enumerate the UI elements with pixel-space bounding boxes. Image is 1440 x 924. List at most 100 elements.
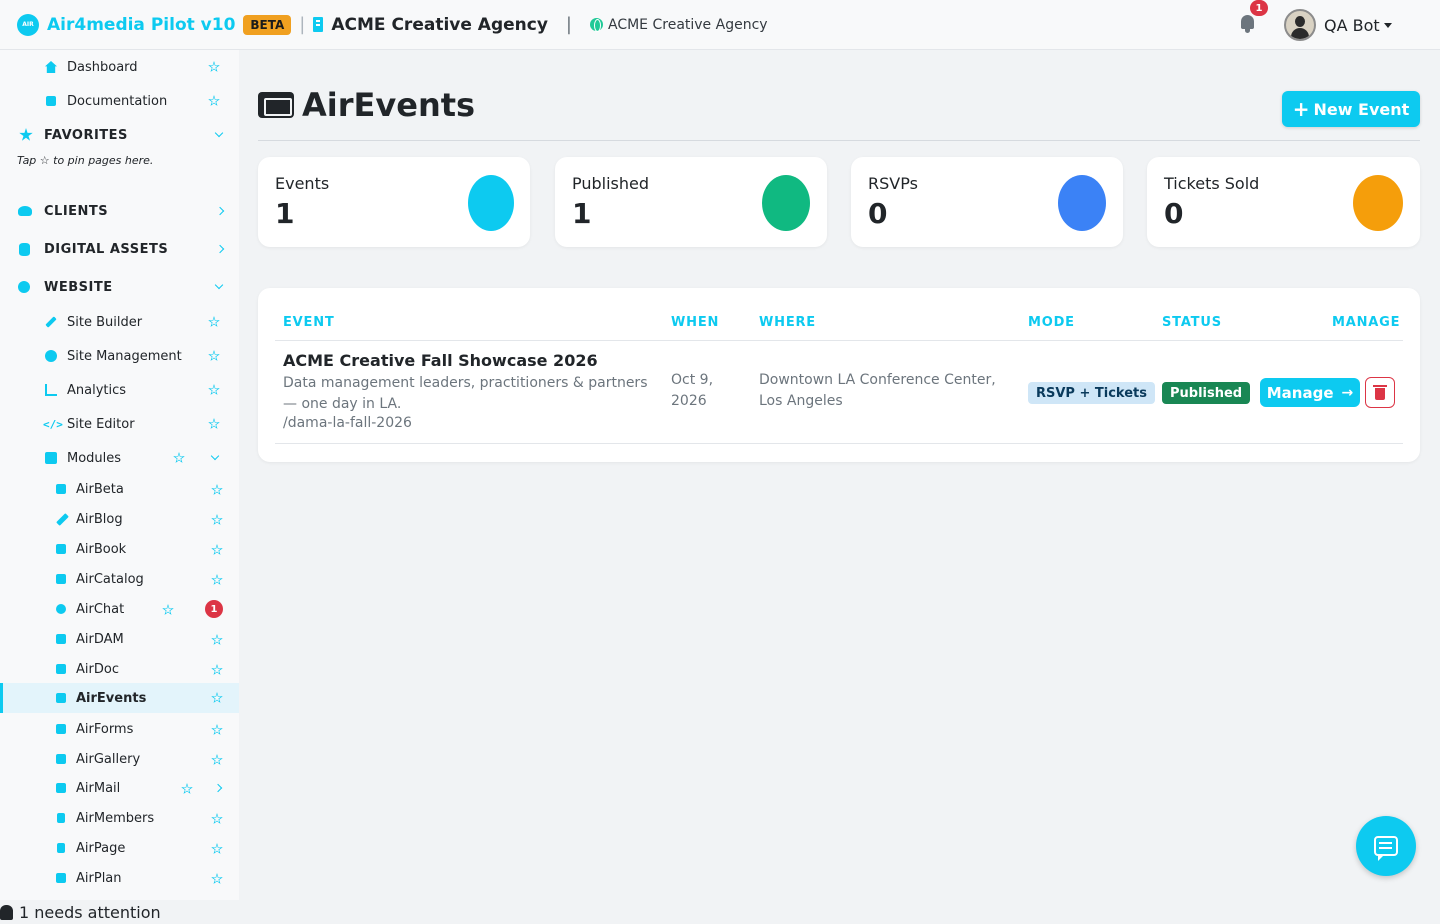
sidebar-item-airblog[interactable]: AirBlog [0, 508, 239, 530]
sidebar-item-label: Site Editor [67, 416, 135, 432]
new-event-button[interactable]: + New Event [1282, 91, 1420, 127]
stat-value: 1 [275, 197, 295, 230]
sidebar-item-label: AirMail [76, 780, 121, 796]
star-outline-icon[interactable] [211, 813, 223, 824]
star-outline-icon[interactable] [208, 61, 220, 72]
sidebar-item-airforms[interactable]: AirForms [0, 718, 239, 740]
globe-icon [590, 18, 603, 32]
star-outline-icon[interactable] [211, 692, 223, 703]
star-outline-icon[interactable] [181, 783, 193, 794]
sidebar-item-airevents[interactable]: AirEvents [0, 683, 239, 713]
sidebar-item-airbook[interactable]: AirBook [0, 538, 239, 560]
sidebar-item-airdoc[interactable]: AirDoc [0, 658, 239, 680]
section-digital-assets[interactable]: DIGITAL ASSETS [0, 238, 239, 260]
attention-status[interactable]: 1 needs attention [0, 900, 161, 924]
delete-button[interactable] [1365, 377, 1395, 408]
site-selector[interactable]: ACME Creative Agency [608, 17, 768, 33]
chat-icon [1374, 836, 1398, 861]
section-favorites[interactable]: FAVORITES [0, 124, 239, 146]
stat-indicator [1353, 175, 1403, 231]
section-label: WEBSITE [44, 279, 113, 295]
book-open-icon [56, 664, 66, 674]
star-outline-icon[interactable] [173, 452, 185, 463]
sidebar-item-airpage[interactable]: AirPage [0, 837, 239, 859]
manage-button[interactable]: Manage → [1260, 378, 1360, 407]
star-outline-icon[interactable] [211, 514, 223, 525]
sidebar-item-airplan[interactable]: AirPlan [0, 867, 239, 889]
star-outline-icon[interactable] [211, 634, 223, 645]
column-header-manage: MANAGE [1332, 315, 1401, 330]
star-outline-icon[interactable] [162, 604, 174, 615]
sidebar-item-label: Site Management [67, 348, 182, 364]
star-outline-icon[interactable] [211, 664, 223, 675]
org-switcher[interactable]: ACME Creative Agency [331, 15, 548, 35]
ticket-icon [258, 92, 294, 118]
star-outline-icon[interactable] [211, 484, 223, 495]
sidebar-item-airmail[interactable]: AirMail [0, 777, 239, 799]
active-indicator [0, 683, 3, 713]
section-website[interactable]: WEBSITE [0, 276, 239, 298]
chevron-down-icon [210, 451, 220, 461]
ticket-icon [56, 693, 66, 703]
app-title[interactable]: Air4media Pilot v10 [47, 15, 235, 35]
attention-text: 1 needs attention [19, 902, 161, 922]
beta-badge: BETA [243, 14, 292, 35]
sidebar-item-documentation[interactable]: Documentation [0, 90, 239, 112]
chevron-right-icon [215, 206, 225, 216]
sidebar-item-analytics[interactable]: Analytics [0, 379, 239, 401]
sidebar-item-airbeta[interactable]: AirBeta [0, 478, 239, 500]
puzzle-icon [45, 452, 57, 464]
event-name[interactable]: ACME Creative Fall Showcase 2026 [283, 351, 598, 370]
stat-label: Published [572, 174, 650, 193]
sidebar-item-label: Documentation [67, 93, 168, 109]
sidebar-item-airgallery[interactable]: AirGallery [0, 748, 239, 770]
sidebar-item-dashboard[interactable]: Dashboard [0, 56, 239, 78]
star-outline-icon[interactable] [208, 350, 220, 361]
user-menu[interactable]: QA Bot [1284, 9, 1392, 41]
star-outline-icon[interactable] [208, 384, 220, 395]
sidebar-item-aircatalog[interactable]: AirCatalog [0, 568, 239, 590]
star-outline-icon[interactable] [211, 724, 223, 735]
plane-icon [56, 873, 66, 883]
hammer-icon [45, 316, 57, 328]
chat-button[interactable] [1356, 816, 1416, 876]
event-slug: /dama-la-fall-2026 [283, 415, 412, 431]
sidebar-item-modules[interactable]: Modules [0, 447, 239, 469]
sidebar-item-label: AirMembers [76, 810, 155, 826]
sidebar-item-airdam[interactable]: AirDAM [0, 628, 239, 650]
stat-card-published: Published 1 [555, 157, 827, 247]
event-location: Downtown LA Conference Center, Los Angel… [759, 372, 996, 409]
star-outline-icon[interactable] [211, 544, 223, 555]
stat-label: Events [275, 174, 330, 193]
building-icon [313, 17, 324, 32]
envelope-icon [56, 783, 66, 793]
column-header-status: STATUS [1162, 315, 1222, 330]
star-outline-icon[interactable] [211, 754, 223, 765]
chevron-down-icon [1383, 22, 1392, 28]
sidebar-item-site-editor[interactable]: </> Site Editor [0, 413, 239, 435]
sidebar-item-site-management[interactable]: Site Management [0, 345, 239, 367]
events-table: EVENT WHEN WHERE MODE STATUS MANAGE ACME… [258, 288, 1420, 462]
sidebar-item-label: AirCatalog [76, 571, 144, 587]
section-label: FAVORITES [44, 127, 128, 143]
star-outline-icon[interactable] [208, 316, 220, 327]
star-outline-icon[interactable] [208, 95, 220, 106]
star-outline-icon[interactable] [211, 843, 223, 854]
chevron-right-icon [213, 783, 223, 793]
globe-icon [45, 350, 57, 362]
star-outline-icon[interactable] [208, 418, 220, 429]
star-outline-icon[interactable] [211, 574, 223, 585]
app-logo[interactable]: AIR [17, 13, 39, 36]
sidebar-item-airmembers[interactable]: AirMembers [0, 807, 239, 829]
section-label: CLIENTS [44, 203, 109, 219]
notifications-bell-icon[interactable] [1239, 14, 1256, 34]
stat-label: RSVPs [868, 174, 918, 193]
comments-icon [56, 604, 66, 614]
sidebar-item-airchat[interactable]: AirChat 1 [0, 598, 239, 620]
star-outline-icon[interactable] [211, 873, 223, 884]
section-label: DIGITAL ASSETS [44, 241, 169, 257]
sidebar-item-site-builder[interactable]: Site Builder [0, 311, 239, 333]
sidebar-item-label: Dashboard [67, 59, 138, 75]
section-clients[interactable]: CLIENTS [0, 200, 239, 222]
avatar [1284, 9, 1316, 41]
